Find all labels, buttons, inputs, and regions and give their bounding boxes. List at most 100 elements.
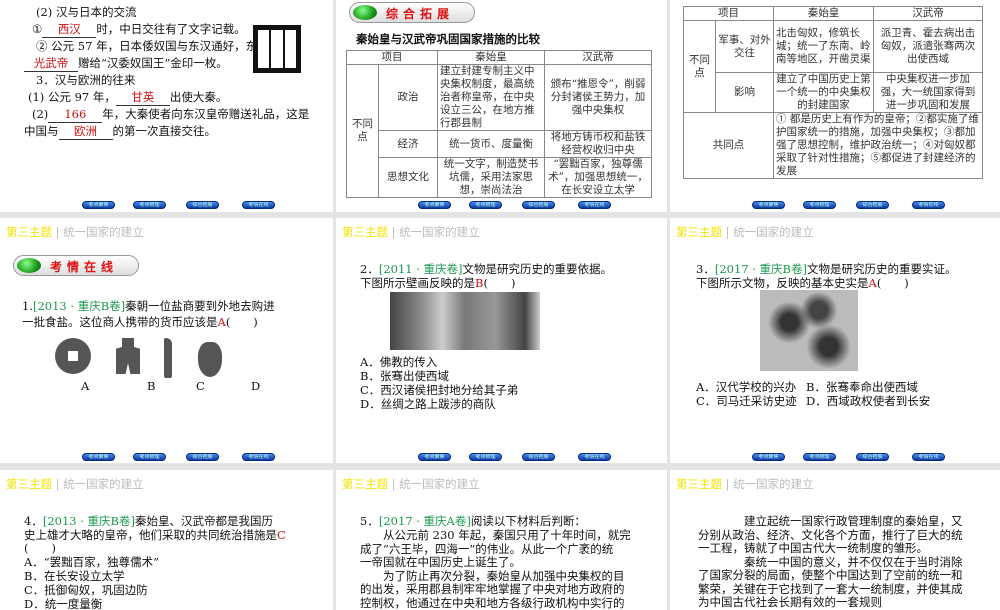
question-line-1: 3．[2017 · 重庆B卷]文物是研究历史的重要实证。 xyxy=(696,262,957,277)
nav-button-2[interactable]: 考点梳理 xyxy=(803,453,836,461)
option-c[interactable]: C．司马迁采访史迹 xyxy=(696,394,797,409)
fill-in-line: 3．汉与欧洲的往来 xyxy=(36,73,135,88)
slide-5[interactable]: 第三主题 | 统一国家的建立 2．[2011 · 重庆卷]文物是研究历史的重要依… xyxy=(336,218,667,463)
option-a[interactable]: A．“罢黜百家，独尊儒术” xyxy=(24,555,159,570)
option-label-a: A xyxy=(81,379,89,394)
nav-button-3[interactable]: 综合拓展 xyxy=(856,201,889,209)
nav-button-2[interactable]: 考点梳理 xyxy=(469,453,502,461)
nav-button-2[interactable]: 考点梳理 xyxy=(469,201,502,209)
passage-line: 控制权，他通过在中央和地方各级行政机构中实行的 xyxy=(360,596,625,610)
line-text: (2) xyxy=(32,107,48,121)
slide-1[interactable]: (2) 汉与日本的交流①西汉时，中日交往有了文字记载。② 公元 57 年，日本倭… xyxy=(0,0,333,212)
slide-header: 第三主题 | 统一国家的建立 xyxy=(676,476,814,492)
nav-button-1[interactable]: 考点聚焦 xyxy=(752,453,785,461)
section-pill: 综合拓展 xyxy=(349,2,475,23)
gold-seal-image xyxy=(253,25,301,73)
slide-header: 第三主题 | 统一国家的建立 xyxy=(6,476,144,492)
slide-4[interactable]: 第三主题 | 统一国家的建立 考情在线 1.[2013 · 重庆B卷]秦朝一位盐… xyxy=(0,218,333,463)
fill-in-line: 光武帝赠给“汉委奴国王”金印一枚。 xyxy=(24,56,228,72)
ant-nose-coin-image xyxy=(198,342,222,377)
line-text: 年，大秦使者向东汉皇帝赠送礼品，这是 xyxy=(102,107,309,121)
fill-in-line: ② 公元 57 年，日本倭奴国与东汉通好，东汉 xyxy=(36,39,269,54)
answer-blank: 甘英 xyxy=(116,90,170,106)
nav-button-3[interactable]: 综合拓展 xyxy=(186,201,219,209)
answer-blank: 光武帝 xyxy=(24,56,78,72)
option-b[interactable]: B．在长安设立太学 xyxy=(24,569,124,584)
nav-button-4[interactable]: 考情在线 xyxy=(578,453,611,461)
slide-8[interactable]: 第三主题 | 统一国家的建立 5．[2017 · 重庆A卷]阅读以下材料后判断：… xyxy=(336,470,667,610)
nav-button-3[interactable]: 综合拓展 xyxy=(856,453,889,461)
option-d[interactable]: D．丝绸之路上跋涉的商队 xyxy=(360,397,496,412)
section-pill: 考情在线 xyxy=(13,255,139,276)
answer-paren: ( ) xyxy=(24,541,56,556)
fill-in-line: (2) 汉与日本的交流 xyxy=(36,5,136,20)
nav-button-2[interactable]: 考点梳理 xyxy=(133,201,166,209)
question-line-2: 下图所示壁画反映的是B( ) xyxy=(360,276,515,291)
line-text: 中国与 xyxy=(24,124,59,138)
line-text: 出使大秦。 xyxy=(170,90,228,104)
question-line-2: 史上雄才大略的皇帝，他们采取的共同统治措施是C xyxy=(24,528,286,543)
nav-button-4[interactable]: 考情在线 xyxy=(578,201,611,209)
nav-button-1[interactable]: 考点聚焦 xyxy=(82,201,115,209)
option-b[interactable]: B．张骞出使西域 xyxy=(360,369,449,384)
question-line-2: 下图所示文物，反映的基本史实是A( ) xyxy=(696,276,909,291)
nav-button-1[interactable]: 考点聚焦 xyxy=(82,453,115,461)
nav-button-4[interactable]: 考情在线 xyxy=(242,201,275,209)
option-c[interactable]: C．抵御匈奴，巩固边防 xyxy=(24,583,148,598)
nav-button-1[interactable]: 考点聚焦 xyxy=(418,453,451,461)
round-coin-image xyxy=(55,338,91,374)
nav-button-3[interactable]: 综合拓展 xyxy=(186,453,219,461)
option-label-b: B xyxy=(147,379,155,394)
option-c[interactable]: C．西汉诸侯把封地分给其子弟 xyxy=(360,383,518,398)
answer-blank: 欧洲 xyxy=(59,124,113,140)
option-label-d: D xyxy=(251,379,260,394)
slide-header: 第三主题 | 统一国家的建立 xyxy=(342,476,480,492)
slide-6[interactable]: 第三主题 | 统一国家的建立 3．[2017 · 重庆B卷]文物是研究历史的重要… xyxy=(670,218,1000,463)
nav-button-4[interactable]: 考情在线 xyxy=(242,453,275,461)
option-a[interactable]: A．佛教的传入 xyxy=(360,355,437,370)
option-label-c: C xyxy=(196,379,205,394)
answer-blank: 166 xyxy=(48,107,102,123)
nav-button-3[interactable]: 综合拓展 xyxy=(522,201,555,209)
relief-image xyxy=(760,290,858,371)
line-text: 3．汉与欧洲的往来 xyxy=(36,73,135,87)
slide-header: 第三主题 | 统一国家的建立 xyxy=(676,224,814,240)
line-text: ② 公元 57 年，日本倭奴国与东汉通好，东汉 xyxy=(36,39,269,53)
slide-9[interactable]: 第三主题 | 统一国家的建立 建立起统一国家行政管理制度的秦始皇，又分别从政治、… xyxy=(670,470,1000,610)
green-dot-icon xyxy=(17,258,41,273)
nav-button-4[interactable]: 考情在线 xyxy=(912,201,945,209)
question-line-2: 一批食盐。这位商人携带的货币应该是A( ) xyxy=(22,315,258,330)
slide-7[interactable]: 第三主题 | 统一国家的建立 4．[2013 · 重庆B卷]秦始皇、汉武帝都是我… xyxy=(0,470,333,610)
line-text: (2) 汉与日本的交流 xyxy=(36,5,136,19)
fill-in-line: ①西汉时，中日交往有了文字记载。 xyxy=(32,22,246,38)
option-b[interactable]: B．张骞奉命出使西域 xyxy=(806,380,918,395)
fill-in-line: (1) 公元 97 年，甘英出使大秦。 xyxy=(28,90,227,106)
nav-button-2[interactable]: 考点梳理 xyxy=(133,453,166,461)
line-text: ① xyxy=(32,22,42,36)
slide-3[interactable]: 项目秦始皇汉武帝 不同点军事、对外交往北击匈奴，修筑长城；统一了东南、岭南等地区… xyxy=(670,0,1000,212)
nav-button-2[interactable]: 考点梳理 xyxy=(803,201,836,209)
option-d[interactable]: D．统一度量衡 xyxy=(24,597,102,610)
question-line-1: 1.[2013 · 重庆B卷]秦朝一位盐商要到外地去购进 xyxy=(22,299,275,314)
spade-coin-image xyxy=(116,338,140,374)
nav-button-3[interactable]: 综合拓展 xyxy=(522,453,555,461)
line-text: (1) 公元 97 年， xyxy=(28,90,116,104)
slide-2[interactable]: 综合拓展 秦始皇与汉武帝巩固国家措施的比较 项目秦始皇汉武帝 不同点政治建立封建… xyxy=(336,0,667,212)
option-d[interactable]: D．西域政权使者到长安 xyxy=(806,394,930,409)
knife-coin-image xyxy=(164,338,172,378)
mural-image xyxy=(390,292,540,350)
answer-blank: 西汉 xyxy=(42,22,96,38)
option-a[interactable]: A．汉代学校的兴办 xyxy=(696,380,796,395)
comparison-table-continued: 项目秦始皇汉武帝 不同点军事、对外交往北击匈奴，修筑长城；统一了东南、岭南等地区… xyxy=(683,6,983,179)
nav-button-1[interactable]: 考点聚焦 xyxy=(752,201,785,209)
fill-in-line: (2)166年，大秦使者向东汉皇帝赠送礼品，这是 xyxy=(32,107,309,123)
slide-header: 第三主题 | 统一国家的建立 xyxy=(342,224,480,240)
line-text: 时，中日交往有了文字记载。 xyxy=(96,22,246,36)
passage-line: 为中国古代社会长期有效的一套规则 xyxy=(698,595,882,610)
question-line-1: 5．[2017 · 重庆A卷]阅读以下材料后判断： xyxy=(360,514,586,529)
comparison-table: 项目秦始皇汉武帝 不同点政治建立封建专制主义中央集权制度，最高统治者称皇帝，在中… xyxy=(346,50,652,198)
nav-button-4[interactable]: 考情在线 xyxy=(912,453,945,461)
question-line-1: 2．[2011 · 重庆卷]文物是研究历史的重要依据。 xyxy=(360,262,612,277)
table-title: 秦始皇与汉武帝巩固国家措施的比较 xyxy=(356,32,540,47)
nav-button-1[interactable]: 考点聚焦 xyxy=(418,201,451,209)
